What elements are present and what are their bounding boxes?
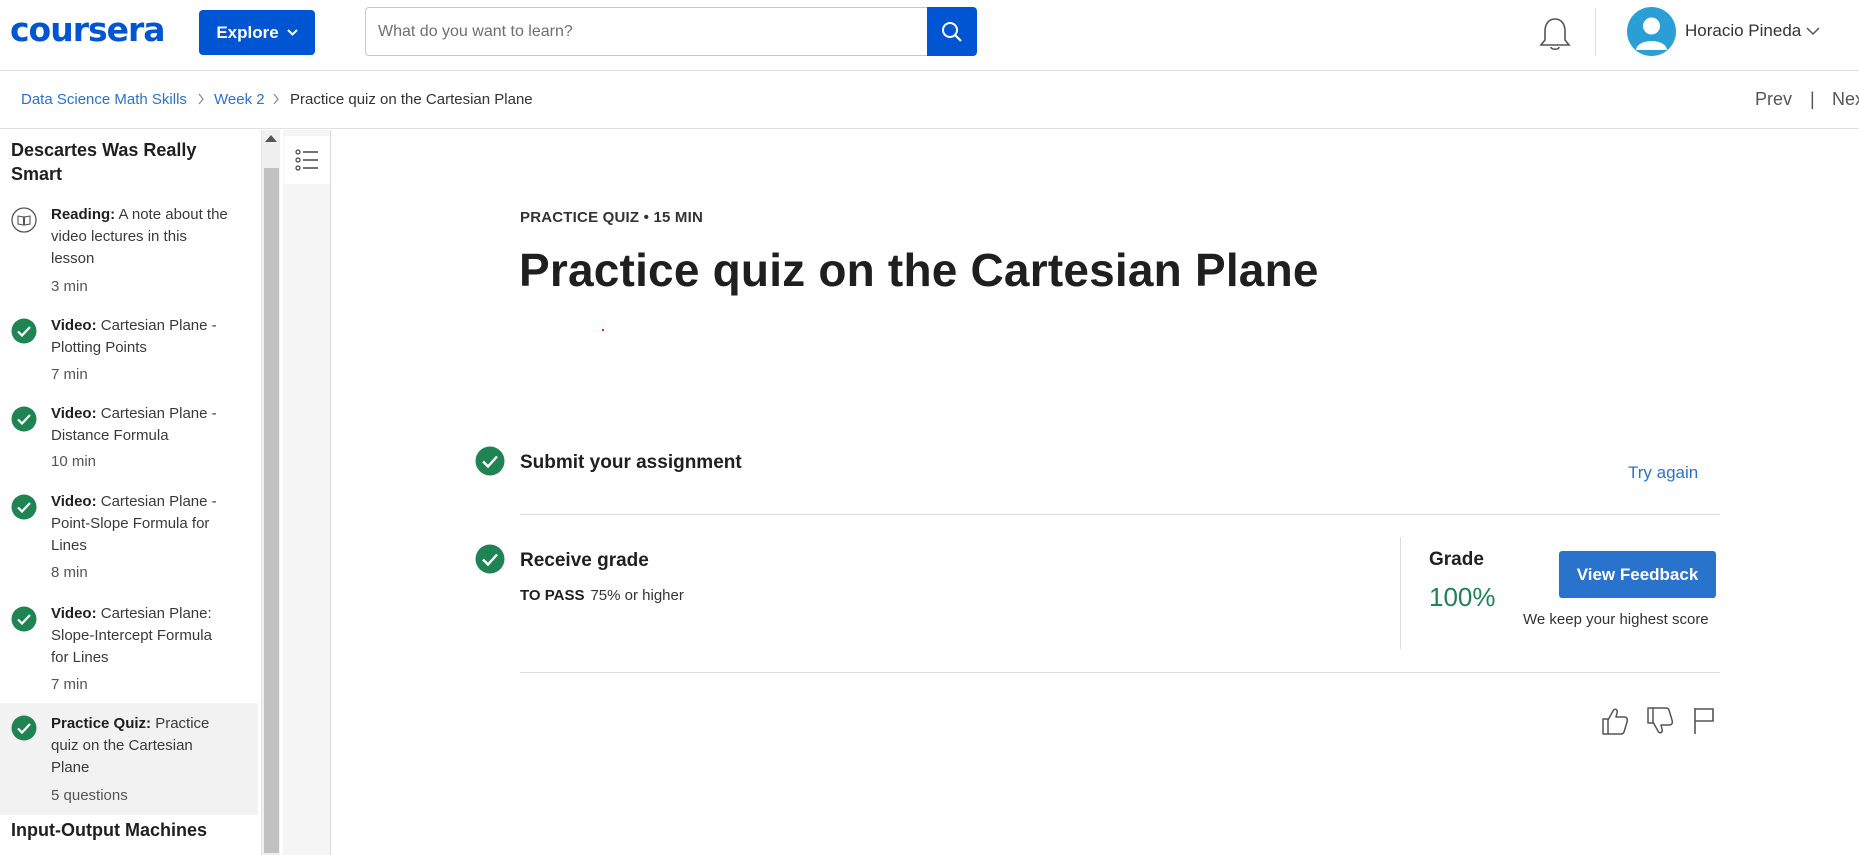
scrollbar-thumb[interactable]: [264, 168, 279, 853]
prev-link[interactable]: Prev: [1755, 89, 1792, 110]
try-again-link[interactable]: Try again: [1628, 463, 1698, 483]
next-link[interactable]: Nex: [1832, 89, 1859, 110]
coursera-logo[interactable]: coursera: [10, 10, 166, 49]
sidebar-item-duration: 3 min: [51, 278, 88, 295]
view-feedback-button[interactable]: View Feedback: [1559, 551, 1716, 598]
highest-score-note: We keep your highest score: [1523, 611, 1709, 628]
list-icon: [295, 149, 318, 171]
page-title: Practice quiz on the Cartesian Plane: [519, 244, 1319, 296]
check-circle-icon: [475, 544, 505, 574]
sidebar-item-video[interactable]: Video: Cartesian Plane - Distance Formul…: [0, 403, 258, 483]
check-circle-icon: [11, 406, 37, 432]
check-circle-icon: [11, 494, 37, 520]
receive-grade-title: Receive grade: [520, 550, 649, 571]
check-circle-icon: [475, 446, 505, 476]
search-input[interactable]: [365, 7, 928, 56]
book-icon: [11, 207, 37, 233]
thumbs-down-icon[interactable]: [1646, 706, 1674, 736]
check-circle-icon: [11, 715, 37, 741]
sidebar-item-label: Video: Cartesian Plane - Distance Formul…: [51, 405, 217, 444]
scroll-up-arrow-icon[interactable]: [265, 135, 277, 142]
sidebar-item-reading[interactable]: Reading: A note about the video lectures…: [0, 204, 258, 312]
pass-requirement: TO PASS 75% or higher: [520, 587, 684, 604]
sidebar-item-duration: 7 min: [51, 676, 88, 693]
breadcrumb-week[interactable]: Week 2: [214, 91, 265, 108]
toc-toggle-button[interactable]: [284, 136, 330, 184]
sidebar-item-label: Practice Quiz: Practice quiz on the Cart…: [51, 715, 210, 776]
sidebar-scrollbar[interactable]: [261, 130, 280, 855]
course-sidebar: Descartes Was Really Smart Reading: A no…: [0, 130, 260, 855]
explore-button[interactable]: Explore: [199, 10, 315, 55]
divider: [520, 514, 1720, 515]
submit-assignment-title: Submit your assignment: [520, 452, 742, 473]
sidebar-item-practice-quiz[interactable]: Practice Quiz: Practice quiz on the Cart…: [0, 703, 258, 815]
sidebar-item-duration: 10 min: [51, 453, 97, 470]
bell-icon[interactable]: [1539, 16, 1571, 52]
sidebar-item-label: Reading: A note about the video lectures…: [51, 206, 228, 267]
chevron-right-icon: [198, 93, 204, 105]
avatar-icon: [1636, 17, 1667, 50]
sidebar-item-video[interactable]: Video: Cartesian Plane - Point-Slope For…: [0, 491, 258, 596]
chevron-right-icon: [273, 93, 279, 105]
sidebar-item-label: Video: Cartesian Plane - Plotting Points: [51, 317, 217, 356]
red-dot: [602, 329, 604, 331]
search-button[interactable]: [927, 7, 977, 56]
check-circle-icon: [11, 318, 37, 344]
sidebar-item-duration: 5 questions: [51, 787, 128, 804]
sidebar-item-video[interactable]: Video: Cartesian Plane: Slope-Intercept …: [0, 603, 258, 708]
lesson-title: Descartes Was Really Smart: [11, 140, 197, 184]
toc-column: [283, 130, 331, 855]
breadcrumb-current: Practice quiz on the Cartesian Plane: [290, 91, 533, 108]
explore-label: Explore: [216, 22, 279, 42]
sidebar-item-duration: 7 min: [51, 366, 88, 383]
search-icon: [942, 21, 962, 42]
top-header: coursera Explore Horacio Pineda: [0, 0, 1859, 71]
nav-separator: |: [1810, 89, 1815, 109]
chevron-down-icon[interactable]: [1806, 26, 1820, 36]
sidebar-item-label: Video: Cartesian Plane: Slope-Intercept …: [51, 605, 212, 666]
header-divider: [1595, 8, 1596, 56]
user-name[interactable]: Horacio Pineda: [1685, 21, 1801, 41]
avatar[interactable]: [1627, 7, 1676, 56]
breadcrumb-course[interactable]: Data Science Math Skills: [21, 91, 187, 108]
divider: [520, 672, 1720, 673]
grade-value: 100%: [1429, 582, 1496, 612]
sidebar-item-label: Video: Cartesian Plane - Point-Slope For…: [51, 493, 217, 554]
sidebar-item-video[interactable]: Video: Cartesian Plane - Plotting Points…: [0, 315, 258, 395]
quiz-kicker: PRACTICE QUIZ • 15 MIN: [520, 209, 704, 226]
next-lesson-title[interactable]: Input-Output Machines: [11, 820, 207, 841]
check-circle-icon: [11, 606, 37, 632]
grade-label: Grade: [1429, 549, 1484, 570]
breadcrumb: Data Science Math Skills Week 2 Practice…: [0, 71, 1859, 129]
thumbs-up-icon[interactable]: [1601, 706, 1629, 736]
chevron-down-icon: [286, 29, 298, 36]
sidebar-item-duration: 8 min: [51, 564, 88, 581]
flag-icon[interactable]: [1690, 706, 1718, 736]
grade-divider: [1400, 537, 1401, 649]
